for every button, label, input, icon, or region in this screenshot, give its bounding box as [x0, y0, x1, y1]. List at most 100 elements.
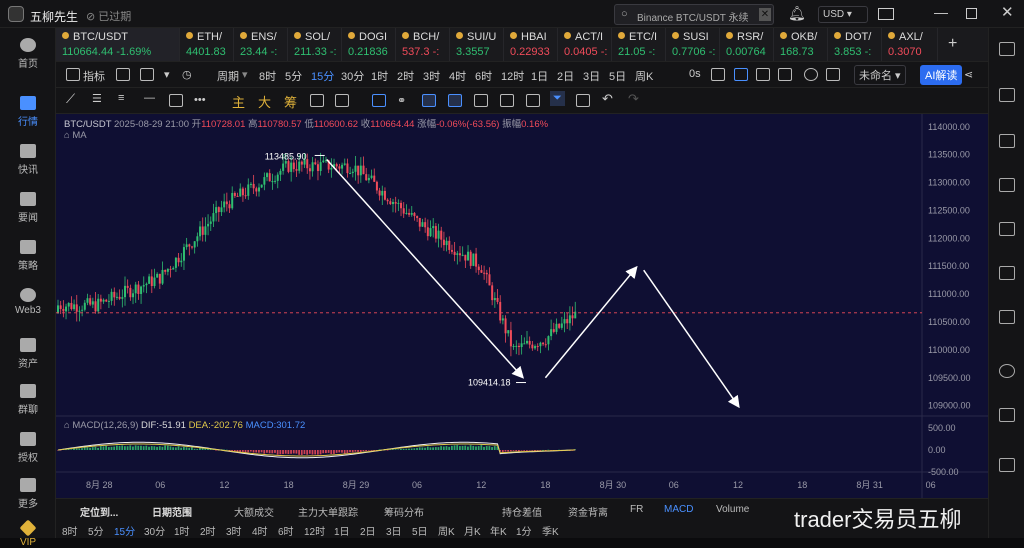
grid-icon[interactable]: [140, 68, 154, 81]
time-offset[interactable]: 0s: [689, 68, 701, 80]
calendar-icon[interactable]: [116, 68, 130, 81]
share-icon[interactable]: ⋖: [964, 68, 973, 81]
bottom-interval-10[interactable]: 1日: [334, 523, 350, 538]
eraser-icon[interactable]: [335, 94, 349, 107]
nav-more[interactable]: 更多: [0, 478, 56, 510]
chart-area[interactable]: 114000.00 113500.00 113000.00 112500.00 1120…: [56, 114, 988, 532]
ticker-tab[interactable]: ETC/I 21.05 -:: [612, 28, 666, 61]
notification-bell-icon[interactable]: 🔔︎: [788, 5, 806, 22]
undo-icon[interactable]: ↶: [602, 91, 613, 107]
bottom-interval-17[interactable]: 1分: [516, 523, 532, 538]
horizontal-line-tool-icon[interactable]: —: [144, 92, 155, 104]
bottom-interval-8[interactable]: 6时: [278, 523, 294, 538]
bottom-interval-4[interactable]: 1时: [174, 523, 190, 538]
ai-analysis-button[interactable]: AI解读: [920, 65, 963, 85]
ticker-tab[interactable]: DOGI 0.21836: [342, 28, 396, 61]
interval-12[interactable]: 3日: [583, 68, 600, 84]
link-icon[interactable]: ⚭: [397, 94, 406, 107]
ma-legend[interactable]: ⌂ MA: [64, 130, 87, 141]
interval-10[interactable]: 1日: [531, 68, 548, 84]
maximize-icon[interactable]: [966, 8, 977, 19]
period-button[interactable]: 周期: [217, 68, 239, 84]
ticker-tab[interactable]: HBAI 0.22933: [504, 28, 558, 61]
ticker-tab[interactable]: SUI/U 3.3557: [450, 28, 504, 61]
interval-4[interactable]: 1时: [371, 68, 388, 84]
compare-icon[interactable]: [448, 94, 462, 107]
nav-news[interactable]: 要闻: [0, 192, 56, 224]
bottom-interval-15[interactable]: 月K: [464, 523, 481, 538]
trade-icon[interactable]: [999, 310, 1015, 324]
bottom-interval-9[interactable]: 12时: [304, 523, 325, 538]
magnet-icon[interactable]: [422, 94, 436, 107]
bottom-interval-11[interactable]: 2日: [360, 523, 376, 538]
sync-icon[interactable]: [310, 94, 324, 107]
document-icon[interactable]: [999, 88, 1015, 102]
ticker-tab[interactable]: ETH/4401.83: [180, 28, 234, 61]
bottom-tab-7[interactable]: FR: [630, 504, 643, 515]
nav-authorize[interactable]: 授权: [0, 432, 56, 464]
layers-icon[interactable]: [372, 94, 386, 107]
layout-select[interactable]: 未命名 ▾: [854, 65, 906, 85]
clock-icon[interactable]: ◷: [182, 68, 192, 81]
bottom-tab-2[interactable]: 大额成交: [234, 504, 274, 519]
ticker-tab[interactable]: BCH/537.3 -:: [396, 28, 450, 61]
interval-0[interactable]: 8时: [259, 68, 276, 84]
nav-market[interactable]: 行情: [0, 96, 56, 128]
ticker-tab[interactable]: BTC/USDT 110664.44 -1.69%: [56, 28, 180, 61]
bottom-interval-18[interactable]: 季K: [542, 523, 559, 538]
reload-icon[interactable]: [999, 364, 1015, 378]
ticker-tab[interactable]: SOL/211.33 -:: [288, 28, 342, 61]
bottom-interval-3[interactable]: 30分: [144, 523, 165, 538]
panel-toggle-icon[interactable]: [999, 42, 1015, 56]
bottom-tab-1[interactable]: 日期范围: [152, 504, 192, 519]
pen-icon[interactable]: [734, 68, 748, 81]
redo-icon[interactable]: ↷: [628, 91, 639, 107]
candlestick-chart[interactable]: 114000.00 113500.00 113000.00 112500.00 1120…: [56, 114, 988, 498]
filter-icon[interactable]: ⏷: [550, 91, 565, 106]
bottom-tab-6[interactable]: 资金背离: [568, 504, 608, 519]
more-tools-icon[interactable]: •••: [194, 94, 206, 106]
currency-select[interactable]: USD ▾: [818, 6, 868, 23]
indicator-button[interactable]: 指标: [83, 68, 105, 84]
bottom-tab-3[interactable]: 主力大单跟踪: [298, 504, 358, 519]
interval-8[interactable]: 6时: [475, 68, 492, 84]
bottom-interval-7[interactable]: 4时: [252, 523, 268, 538]
parallel-lines-tool-icon[interactable]: ☰: [92, 92, 102, 105]
close-icon[interactable]: ✕: [1001, 3, 1014, 21]
calculator-icon[interactable]: [999, 408, 1015, 422]
interval-1[interactable]: 5分: [285, 68, 302, 84]
search-box[interactable]: ○ Binance BTC/USDT 永续 ✕: [614, 4, 774, 25]
main-force-tool[interactable]: 主: [232, 92, 245, 111]
interval-6[interactable]: 3时: [423, 68, 440, 84]
bottom-interval-6[interactable]: 3时: [226, 523, 242, 538]
mail-icon[interactable]: [878, 8, 894, 20]
big-order-tool[interactable]: 大: [258, 92, 271, 111]
bottom-interval-2[interactable]: 15分: [114, 523, 135, 538]
bottom-interval-13[interactable]: 5日: [412, 523, 428, 538]
nav-assets[interactable]: 资产: [0, 338, 56, 370]
trendline-tool-icon[interactable]: ⟋: [66, 91, 75, 107]
nav-strategy[interactable]: 策略: [0, 240, 56, 272]
table-icon[interactable]: [778, 68, 792, 81]
bottom-tab-0[interactable]: 定位到...: [80, 504, 118, 519]
bottom-interval-16[interactable]: 年K: [490, 523, 507, 538]
nav-home[interactable]: 首页: [0, 38, 56, 70]
interval-5[interactable]: 2时: [397, 68, 414, 84]
bottom-interval-12[interactable]: 3日: [386, 523, 402, 538]
ticker-tab[interactable]: ENS/23.44 -:: [234, 28, 288, 61]
ticker-tab[interactable]: SUSI 0.7706 -:: [666, 28, 720, 61]
bottom-tab-5[interactable]: 持仓差值: [502, 504, 542, 519]
nav-flash-news[interactable]: 快讯: [0, 144, 56, 176]
fullscreen-icon[interactable]: [756, 68, 770, 81]
interval-3[interactable]: 30分: [341, 68, 364, 84]
fib-tool-icon[interactable]: ≡: [118, 92, 124, 104]
list-icon[interactable]: [999, 266, 1015, 280]
nav-group-chat[interactable]: 群聊: [0, 384, 56, 416]
interval-9[interactable]: 12时: [501, 68, 524, 84]
bottom-interval-14[interactable]: 周K: [438, 523, 455, 538]
ticker-tab[interactable]: DOT/3.853 -:: [828, 28, 882, 61]
ticker-tab[interactable]: ACT/I 0.0405 -:: [558, 28, 612, 61]
edit-icon[interactable]: [500, 94, 514, 107]
rectangle-tool-icon[interactable]: [169, 94, 183, 107]
indicator-icon[interactable]: [66, 68, 80, 81]
